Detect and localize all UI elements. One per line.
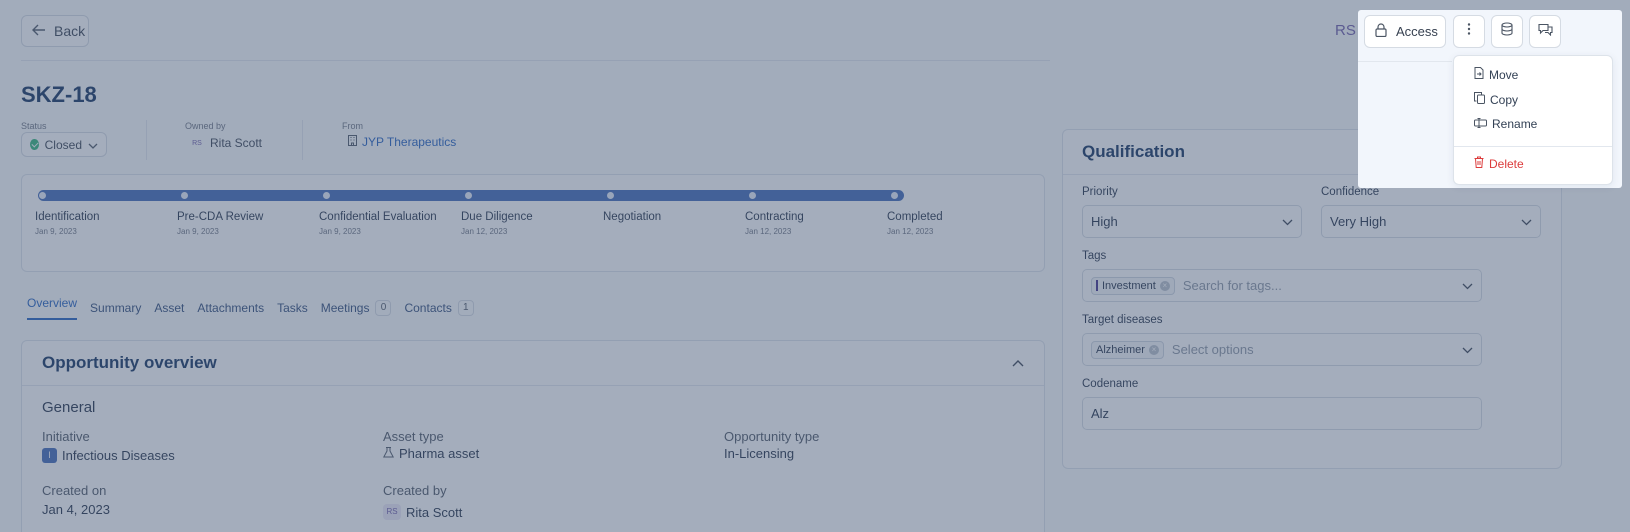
chat-bubbles-icon: [1537, 23, 1553, 41]
database-icon: [1501, 22, 1513, 41]
menu-item-move[interactable]: Move: [1474, 67, 1518, 82]
trash-icon: [1474, 156, 1484, 171]
lock-icon: [1375, 23, 1387, 40]
menu-item-delete[interactable]: Delete: [1474, 156, 1524, 171]
more-options-menu: Move Copy Rename Delete: [1453, 55, 1613, 185]
menu-item-move-label: Move: [1489, 67, 1519, 82]
access-label: Access: [1396, 24, 1438, 39]
comments-button[interactable]: [1529, 15, 1561, 48]
menu-item-delete-label: Delete: [1489, 156, 1524, 171]
panel-divider: [1358, 61, 1452, 62]
more-vertical-icon: [1467, 22, 1471, 41]
rename-icon: [1474, 117, 1487, 131]
menu-item-rename-label: Rename: [1492, 117, 1538, 131]
menu-item-copy-label: Copy: [1490, 92, 1519, 107]
menu-item-copy[interactable]: Copy: [1474, 92, 1518, 107]
more-options-button[interactable]: [1453, 15, 1485, 48]
move-file-icon: [1474, 67, 1484, 82]
access-button[interactable]: Access: [1364, 15, 1446, 48]
database-button[interactable]: [1491, 15, 1523, 48]
menu-divider: [1454, 146, 1612, 147]
menu-item-rename[interactable]: Rename: [1474, 117, 1537, 131]
copy-icon: [1474, 92, 1485, 107]
